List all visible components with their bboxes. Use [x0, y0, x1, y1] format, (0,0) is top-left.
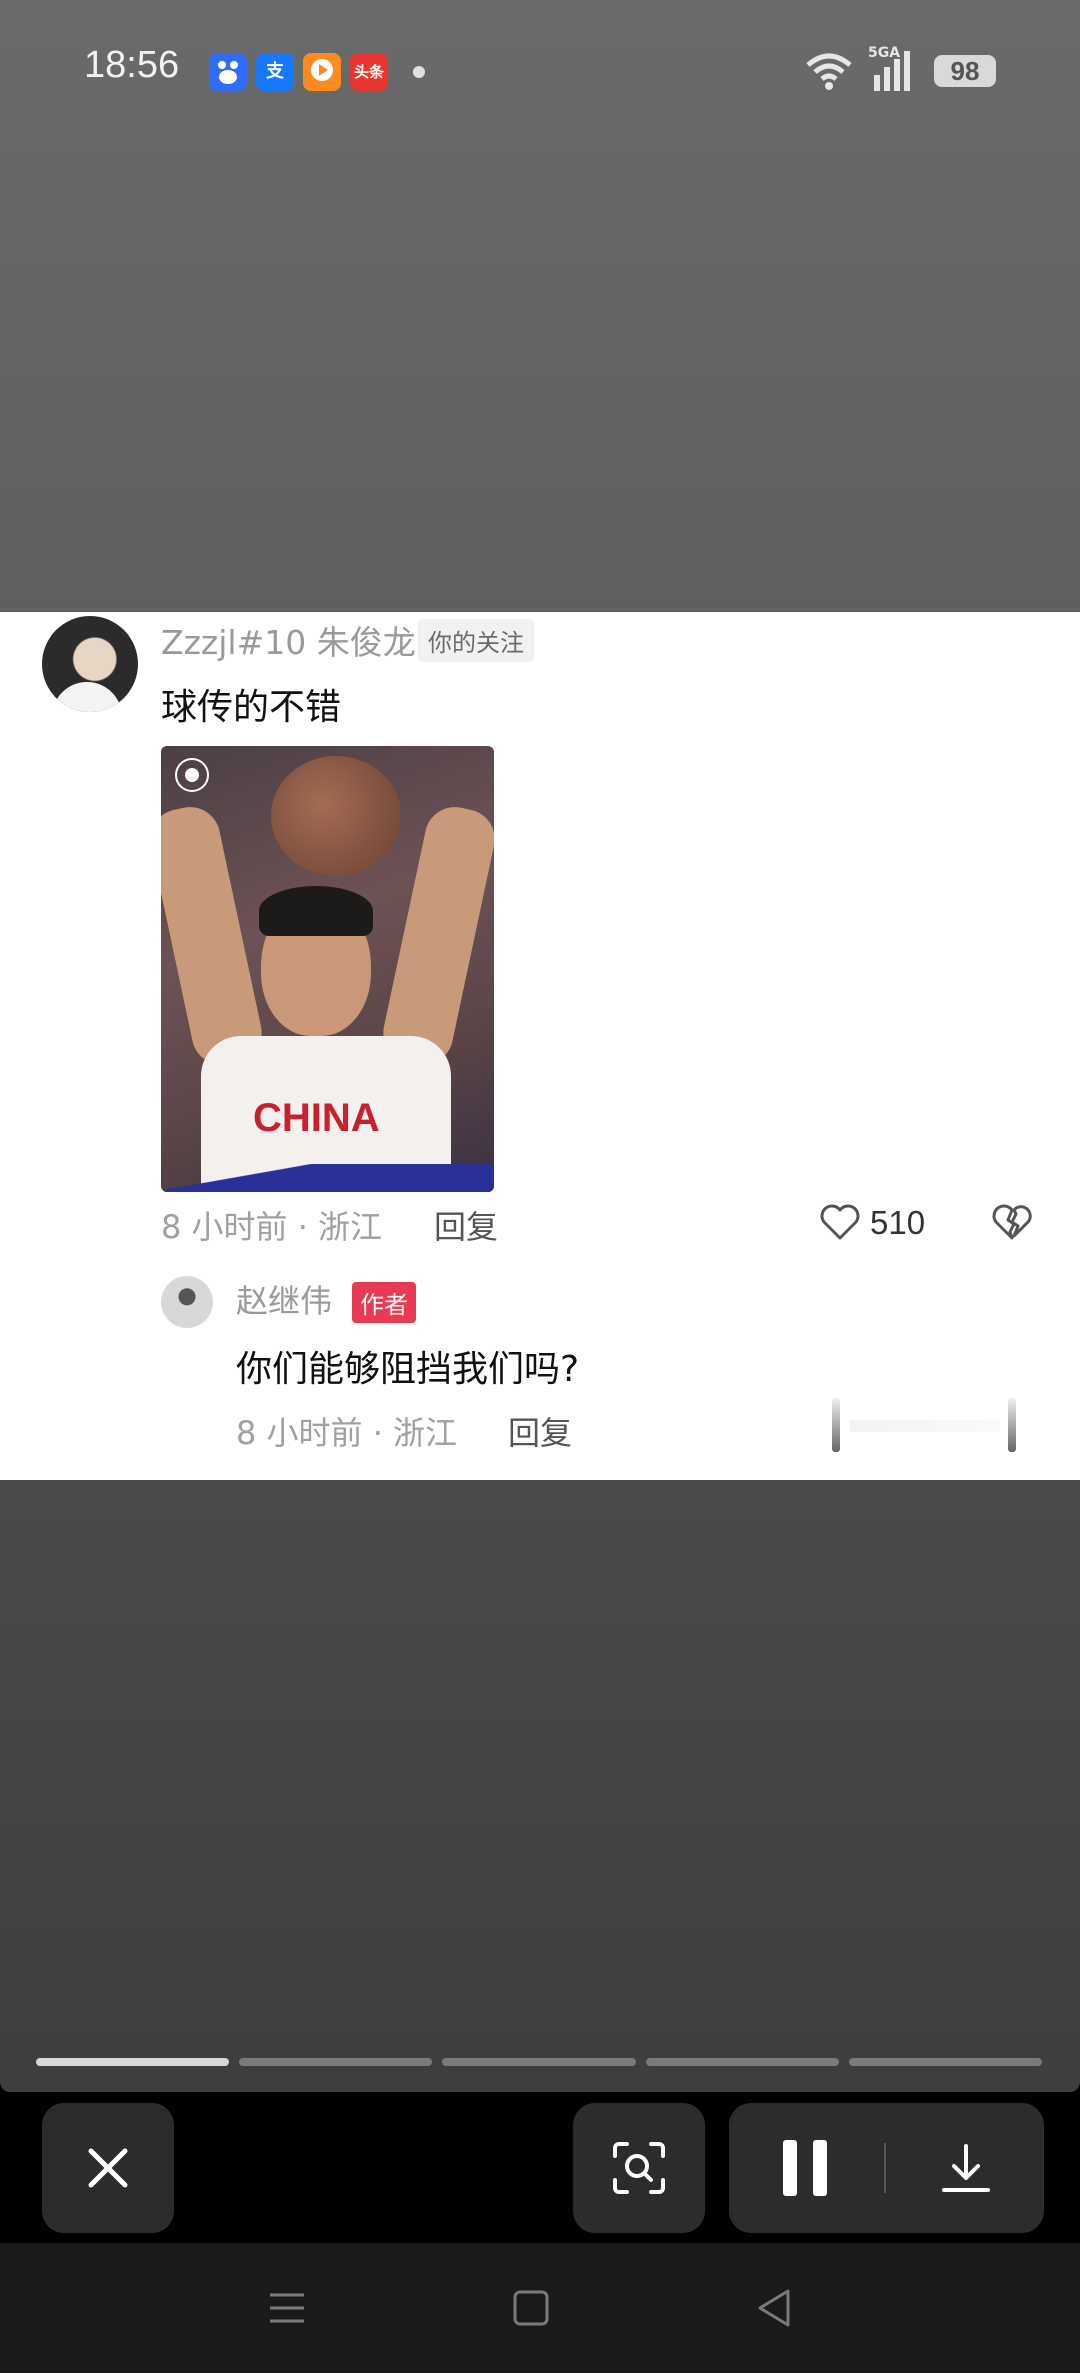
close-button[interactable] [42, 2103, 174, 2233]
image-search-button[interactable] [573, 2103, 705, 2233]
alipay-app-icon: 支 [256, 53, 294, 91]
reply-meta: 8 小时前 · 浙江 [236, 1414, 458, 1452]
signal-icon: 5GA [868, 45, 920, 93]
notification-dot [413, 66, 425, 78]
reply-text: 你们能够阻挡我们吗? [236, 1349, 580, 1390]
home-icon[interactable] [506, 2283, 556, 2333]
selection-handle-left[interactable] [832, 1398, 840, 1452]
comment-panel: Zzzjl#10 朱俊龙 你的关注 球传的不错 CHINA 8 小时前 · 浙江… [0, 612, 1080, 1480]
reply-username[interactable]: 赵继伟 [236, 1276, 332, 1322]
playback-controls [729, 2103, 1044, 2233]
system-nav-bar [0, 2243, 1080, 2373]
selection-range [850, 1420, 1000, 1432]
avatar[interactable] [42, 616, 138, 712]
progress-segment [442, 2058, 636, 2066]
live-photo-icon [175, 758, 209, 792]
follow-badge: 你的关注 [418, 619, 534, 662]
heart-icon[interactable] [818, 1200, 862, 1244]
video-app-icon [303, 53, 341, 91]
download-icon[interactable] [938, 2140, 994, 2196]
progress-segment [645, 2058, 839, 2066]
menu-icon[interactable] [262, 2283, 312, 2333]
progress-segment [36, 2058, 230, 2066]
status-time: 18:56 [84, 44, 180, 86]
baidu-app-icon [209, 53, 247, 91]
comment-meta: 8 小时前 · 浙江 [161, 1208, 383, 1246]
bottom-dim-backdrop [0, 1480, 1080, 2092]
back-icon[interactable] [750, 2283, 800, 2333]
basketball [271, 756, 401, 876]
like-count: 510 [870, 1204, 926, 1241]
reply-button[interactable]: 回复 [434, 1202, 498, 1248]
progress-segment [848, 2058, 1043, 2066]
comment-username[interactable]: Zzzjl#10 朱俊龙 [161, 616, 416, 664]
battery-indicator: 98 [934, 55, 996, 87]
progress-segment [239, 2058, 433, 2066]
pause-icon[interactable] [779, 2138, 831, 2198]
close-icon [88, 2148, 128, 2188]
selection-handle-right[interactable] [1008, 1398, 1016, 1452]
jersey-text: CHINA [253, 1096, 380, 1140]
comment-text: 球传的不错 [161, 687, 342, 728]
reply-reply-button[interactable]: 回复 [508, 1408, 572, 1454]
toutiao-app-icon: 头条 [350, 53, 388, 91]
wifi-icon [806, 53, 852, 90]
broken-heart-icon[interactable] [990, 1200, 1034, 1244]
author-badge: 作者 [352, 1282, 416, 1323]
image-search-icon [613, 2142, 665, 2194]
reply-avatar[interactable] [161, 1276, 213, 1328]
status-indicators: 5GA 98 [804, 45, 996, 94]
story-progress [36, 2058, 1043, 2066]
divider [883, 2143, 886, 2193]
comment-photo[interactable]: CHINA [161, 746, 494, 1192]
